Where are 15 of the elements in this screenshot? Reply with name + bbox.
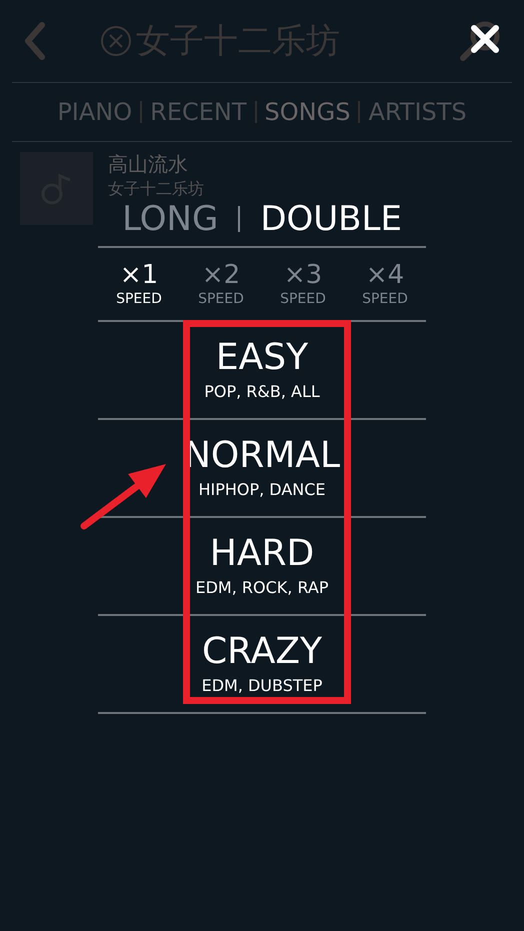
song-artist: 女子十二乐坊 (108, 179, 204, 199)
speed-option[interactable]: ×3 SPEED (268, 262, 338, 306)
song-title: 高山流水 (108, 152, 189, 177)
difficulty-option[interactable]: CRAZY EDM, DUBSTEP (98, 616, 426, 712)
speed-option[interactable]: ×2 SPEED (186, 262, 256, 306)
speed-option[interactable]: ×4 SPEED (350, 262, 420, 306)
speed-option[interactable]: ×1 SPEED (104, 262, 174, 306)
difficulty-option[interactable]: EASY POP, R&B, ALL (98, 322, 426, 418)
mode-tab[interactable]: DOUBLE (260, 202, 402, 236)
category-tab[interactable]: SONGS (264, 94, 350, 130)
search-icon[interactable] (458, 19, 502, 63)
mode-tab[interactable]: LONG (122, 202, 218, 236)
difficulty-option[interactable]: HARD EDM, ROCK, RAP (98, 518, 426, 614)
difficulty-option[interactable]: NORMAL HIPHOP, DANCE (98, 420, 426, 516)
close-icon[interactable] (470, 24, 500, 54)
